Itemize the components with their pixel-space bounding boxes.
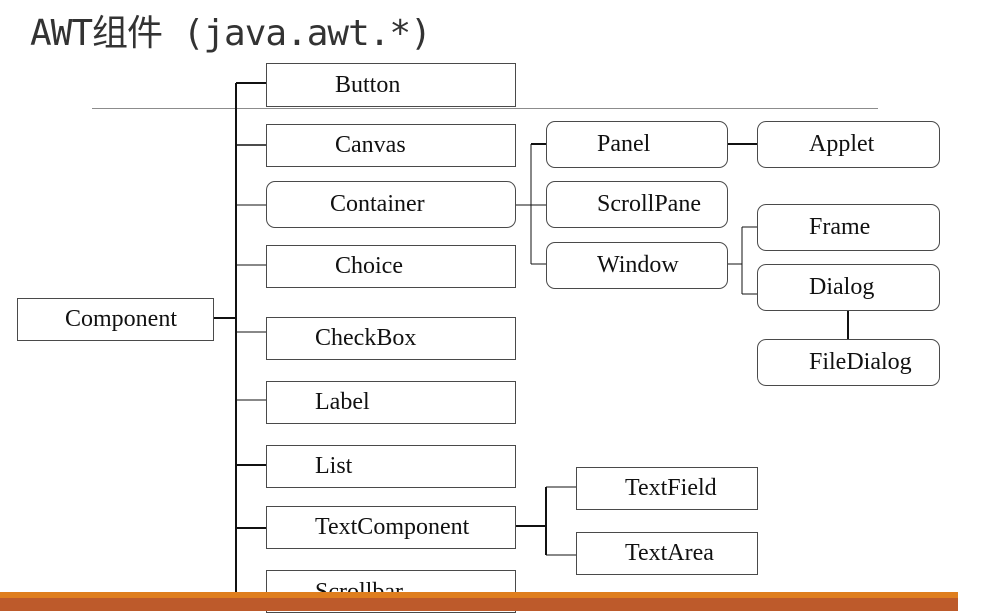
- node-dialog: Dialog: [757, 264, 940, 311]
- node-textarea: TextArea: [576, 532, 758, 575]
- node-button: Button: [266, 63, 516, 107]
- node-label: FileDialog: [809, 349, 912, 375]
- node-component: Component: [17, 298, 214, 341]
- node-window: Window: [546, 242, 728, 289]
- node-label: Window: [597, 252, 679, 278]
- node-label: TextField: [625, 475, 717, 501]
- node-textfield: TextField: [576, 467, 758, 510]
- node-label: TextComponent: [315, 514, 470, 540]
- footer-bar-bottom: [0, 598, 958, 611]
- node-label-class: Label: [266, 381, 516, 424]
- node-filedialog: FileDialog: [757, 339, 940, 386]
- node-label: Dialog: [809, 274, 875, 300]
- node-checkbox: CheckBox: [266, 317, 516, 360]
- node-label: CheckBox: [315, 325, 417, 351]
- node-applet: Applet: [757, 121, 940, 168]
- node-label: Label: [315, 389, 370, 415]
- node-frame: Frame: [757, 204, 940, 251]
- node-label: Choice: [335, 253, 403, 279]
- node-label: Button: [335, 71, 401, 98]
- node-list: List: [266, 445, 516, 488]
- node-canvas: Canvas: [266, 124, 516, 167]
- node-label: Panel: [597, 131, 651, 157]
- node-panel: Panel: [546, 121, 728, 168]
- node-label: TextArea: [625, 540, 714, 566]
- node-scrollpane: ScrollPane: [546, 181, 728, 228]
- node-choice: Choice: [266, 245, 516, 288]
- node-label: Component: [65, 306, 177, 332]
- node-label: Frame: [809, 214, 871, 240]
- node-container: Container: [266, 181, 516, 228]
- node-label: List: [315, 453, 353, 479]
- node-label: Canvas: [335, 132, 406, 158]
- node-textcomponent: TextComponent: [266, 506, 516, 549]
- node-label: ScrollPane: [597, 191, 701, 217]
- node-label: Container: [330, 191, 425, 217]
- node-label: Applet: [809, 131, 875, 157]
